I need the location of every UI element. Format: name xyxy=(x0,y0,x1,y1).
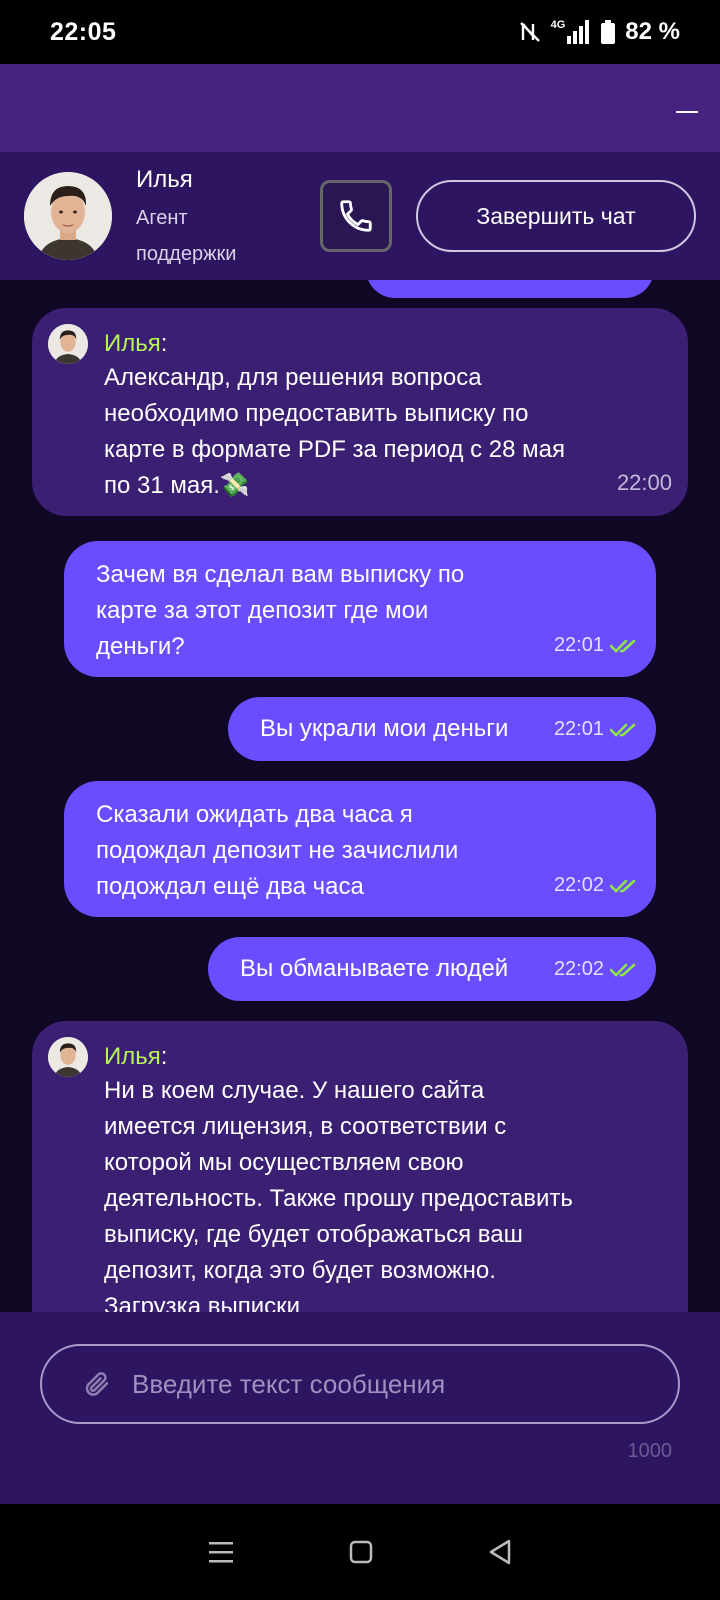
agent-portrait xyxy=(48,1037,88,1077)
char-limit: 1000 xyxy=(627,1440,673,1462)
home-icon[interactable] xyxy=(348,1539,374,1565)
phone-icon xyxy=(340,200,372,232)
composer: 1000 xyxy=(0,1312,720,1504)
user-message: Сказали ожидать два часа я подождал депо… xyxy=(64,781,656,917)
back-icon[interactable] xyxy=(487,1538,513,1566)
status-time: 22:05 xyxy=(50,17,117,46)
message-input-box[interactable] xyxy=(40,1344,680,1424)
network-indicator: 4G xyxy=(551,20,592,44)
network-type: 4G xyxy=(550,19,566,31)
message-text: Сказали ожидать два часа я подождал депо… xyxy=(96,801,459,900)
double-check-icon xyxy=(610,723,636,737)
signal-icon xyxy=(567,20,590,44)
sender-name: Илья xyxy=(104,1043,161,1070)
message-text: Зачем вя сделал вам выписку по карте за … xyxy=(96,561,465,660)
message-bubble-partial xyxy=(366,280,654,298)
agent-label: Илья: xyxy=(104,330,168,357)
widget-top-bar xyxy=(0,64,720,152)
agent-avatar xyxy=(24,172,112,260)
message-time: 22:01 xyxy=(553,718,604,740)
message-time: 22:00 xyxy=(616,470,672,495)
user-message: Вы украли мои деньги 22:01 xyxy=(228,697,656,761)
menu-icon[interactable] xyxy=(207,1539,235,1565)
message-text: Александр, для решения вопроса необходим… xyxy=(104,364,566,499)
message-time: 22:01 xyxy=(553,634,604,656)
user-message: Вы обманываете людей 22:02 xyxy=(208,937,656,1001)
double-check-icon xyxy=(610,963,636,977)
battery-level: 82 % xyxy=(625,18,680,45)
system-nav-bar xyxy=(0,1504,720,1600)
user-message: Зачем вя сделал вам выписку по карте за … xyxy=(64,541,656,677)
agent-message: Илья: Ни в коем случае. У нашего сайта и… xyxy=(32,1021,688,1312)
message-meta: 22:01 xyxy=(554,634,640,657)
message-meta: 22:02 xyxy=(554,874,640,897)
paperclip-icon[interactable] xyxy=(82,1369,112,1399)
minimize-icon[interactable] xyxy=(676,111,698,113)
battery-icon xyxy=(601,20,616,44)
agent-header: Илья Агент поддержки Завершить чат xyxy=(0,152,720,280)
double-check-icon xyxy=(610,879,636,893)
agent-avatar-small xyxy=(48,324,88,364)
agent-role: Агент поддержки xyxy=(136,207,237,265)
status-icons: 4G 82 % xyxy=(519,18,680,46)
message-text: Ни в коем случае. У нашего сайта имеется… xyxy=(104,1077,573,1312)
message-meta: 22:01 xyxy=(554,718,640,741)
message-time: 22:02 xyxy=(553,874,604,896)
call-button[interactable] xyxy=(320,180,392,252)
message-time: 22:02 xyxy=(553,958,604,980)
double-check-icon xyxy=(610,639,636,653)
sender-name: Илья xyxy=(104,330,161,357)
message-meta: 22:02 xyxy=(554,958,640,981)
message-input[interactable] xyxy=(132,1368,652,1400)
agent-message: Илья: Александр, для решения вопроса нео… xyxy=(32,308,688,516)
status-bar: 22:05 4G 82 % xyxy=(0,0,720,64)
agent-name: Илья xyxy=(136,166,193,193)
agent-portrait xyxy=(24,172,112,260)
chat-messages[interactable]: Илья: Александр, для решения вопроса нео… xyxy=(0,280,720,1312)
agent-portrait xyxy=(48,324,88,364)
nfc-icon xyxy=(519,22,540,42)
end-chat-button[interactable]: Завершить чат xyxy=(416,180,696,252)
agent-avatar-small xyxy=(48,1037,88,1077)
agent-label: Илья: xyxy=(104,1043,168,1070)
